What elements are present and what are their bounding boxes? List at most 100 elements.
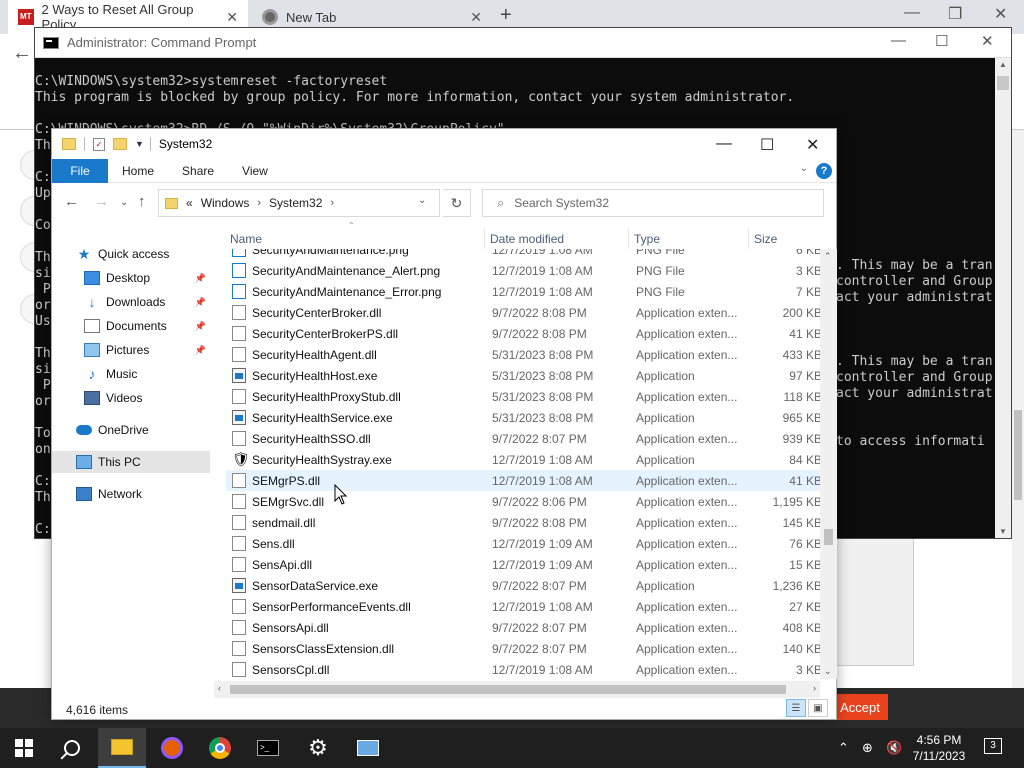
volume-muted-icon[interactable]: 🔇 <box>886 728 902 768</box>
scroll-left-icon[interactable]: ‹ <box>218 683 221 693</box>
taskbar-settings[interactable]: ⚙ <box>294 728 342 768</box>
browser-close-icon[interactable]: ✕ <box>994 4 1007 24</box>
tab-share[interactable]: Share <box>168 159 228 183</box>
help-icon[interactable]: ? <box>816 163 832 179</box>
cmd-title-bar[interactable]: Administrator: Command Prompt <box>35 28 1011 58</box>
sidebar-item-videos[interactable]: Videos <box>84 387 210 409</box>
start-button[interactable] <box>0 728 48 768</box>
file-row[interactable]: SecurityHealthSSO.dll 9/7/2022 8:07 PM App… <box>226 428 822 449</box>
tab-view[interactable]: View <box>228 159 282 183</box>
sidebar-item-downloads[interactable]: ↓ Downloads 📌 <box>84 291 210 313</box>
taskbar-file-explorer[interactable] <box>98 728 146 768</box>
cmd-scroll-thumb[interactable] <box>997 76 1009 90</box>
file-row[interactable]: SensorsApi.dll 9/7/2022 8:07 PM Applicatio… <box>226 617 822 638</box>
file-row[interactable]: Sens.dll 12/7/2019 1:09 AM Application ext… <box>226 533 822 554</box>
sidebar-item-onedrive[interactable]: OneDrive <box>76 419 210 441</box>
large-icons-view-icon[interactable]: ▣ <box>808 699 828 717</box>
chevron-right-icon[interactable]: › <box>257 197 261 209</box>
sidebar-item-music[interactable]: ♪ Music <box>84 363 210 385</box>
file-row[interactable]: SEMgrSvc.dll 9/7/2022 8:06 PM Application … <box>226 491 822 512</box>
new-folder-icon[interactable] <box>113 138 127 150</box>
tab-file[interactable]: File <box>52 158 108 183</box>
file-row[interactable]: SecurityAndMaintenance_Error.png 12/7/201… <box>226 281 822 302</box>
column-header-date[interactable]: Date modified <box>490 232 564 246</box>
up-arrow-icon[interactable]: ↑ <box>138 193 146 210</box>
sidebar-item-documents[interactable]: Documents 📌 <box>84 315 210 337</box>
file-row[interactable]: SecurityAndMaintenance.png 12/7/2019 1:08… <box>226 249 822 260</box>
back-arrow-icon[interactable]: ← <box>64 193 79 210</box>
properties-icon[interactable]: ✓ <box>93 137 105 151</box>
file-row[interactable]: SecurityCenterBroker.dll 9/7/2022 8:08 PM… <box>226 302 822 323</box>
cmd-scrollbar[interactable]: ▲ ▼ <box>995 58 1011 538</box>
column-header-type[interactable]: Type <box>634 232 660 246</box>
close-tab-icon[interactable]: ✕ <box>226 9 238 26</box>
sidebar-item-this-pc[interactable]: This PC <box>52 451 210 473</box>
file-row[interactable]: SecurityHealthService.exe 5/31/2023 8:08 … <box>226 407 822 428</box>
address-dropdown-icon[interactable]: ⌄ <box>418 195 426 206</box>
file-row[interactable]: SecurityHealthHost.exe 5/31/2023 8:08 PM A… <box>226 365 822 386</box>
file-row[interactable]: SensApi.dll 12/7/2019 1:09 AM Application … <box>226 554 822 575</box>
file-row[interactable]: SecurityHealthAgent.dll 5/31/2023 8:08 PM… <box>226 344 822 365</box>
cmd-minimize-icon[interactable]: — <box>891 32 906 49</box>
scroll-down-icon[interactable]: ▼ <box>999 527 1007 536</box>
vertical-scroll-thumb[interactable] <box>824 529 833 545</box>
taskbar-remote-app[interactable] <box>344 728 392 768</box>
cmd-close-icon[interactable]: ✕ <box>981 32 994 50</box>
expand-ribbon-icon[interactable]: ⌄ <box>800 163 808 174</box>
recent-locations-icon[interactable]: ⌄ <box>120 197 128 208</box>
taskbar-firefox[interactable] <box>148 728 196 768</box>
scroll-down-icon[interactable]: ⌄ <box>824 666 832 677</box>
file-row[interactable]: SEMgrPS.dll 12/7/2019 1:08 AM Application … <box>226 470 822 491</box>
taskbar-chrome[interactable] <box>196 728 244 768</box>
file-row[interactable]: SecurityHealthProxyStub.dll 5/31/2023 8:0… <box>226 386 822 407</box>
column-divider[interactable] <box>484 229 485 249</box>
file-row[interactable]: SensorDataService.exe 9/7/2022 8:07 PM App… <box>226 575 822 596</box>
file-row[interactable]: SensorsCpl.dll 12/7/2019 1:08 AM Applicati… <box>226 659 822 679</box>
column-divider[interactable] <box>748 229 749 249</box>
taskbar-search-button[interactable] <box>48 728 96 768</box>
scroll-right-icon[interactable]: › <box>813 683 816 693</box>
explorer-minimize-icon[interactable]: — <box>716 135 732 153</box>
browser-minimize-icon[interactable]: — <box>904 4 920 22</box>
sidebar-item-desktop[interactable]: Desktop 📌 <box>84 267 210 289</box>
column-header-name[interactable]: Name <box>230 232 262 246</box>
language-globe-icon[interactable]: ⊕ <box>862 728 873 768</box>
sidebar-item-network[interactable]: Network <box>76 483 210 505</box>
taskbar-command-prompt[interactable]: >_ <box>244 728 292 768</box>
file-row[interactable]: SensorPerformanceEvents.dll 12/7/2019 1:0… <box>226 596 822 617</box>
show-hidden-icons-icon[interactable]: ⌃ <box>838 728 849 768</box>
forward-arrow-icon[interactable]: → <box>94 193 109 210</box>
customize-toolbar-dropdown-icon[interactable]: ▼ <box>135 139 144 149</box>
page-scroll-thumb[interactable] <box>1014 410 1022 500</box>
breadcrumb-system32[interactable]: System32 <box>269 196 322 210</box>
browser-restore-icon[interactable]: ❐ <box>948 4 962 24</box>
page-scrollbar[interactable] <box>1012 130 1024 690</box>
notifications-icon[interactable]: 3 <box>984 738 1002 754</box>
scroll-up-icon[interactable]: ▲ <box>999 60 1007 69</box>
sidebar-item-quick-access[interactable]: ★ Quick access <box>76 243 234 265</box>
refresh-icon[interactable]: ↻ <box>443 189 471 217</box>
browser-back-icon[interactable]: ← <box>12 42 32 65</box>
details-view-icon[interactable]: ☰ <box>786 699 806 717</box>
chevron-right-icon[interactable]: › <box>330 197 334 209</box>
tab-home[interactable]: Home <box>108 159 168 183</box>
cmd-maximize-icon[interactable]: ☐ <box>935 32 948 50</box>
accept-cookies-button[interactable]: Accept <box>832 694 888 720</box>
scroll-up-icon[interactable]: ⌃ <box>824 251 832 262</box>
system-clock[interactable]: 4:56 PM 7/11/2023 <box>904 732 974 764</box>
file-list-horizontal-scrollbar[interactable]: ‹ › <box>214 681 820 698</box>
file-list-vertical-scrollbar[interactable]: ⌃ ⌄ <box>820 249 837 679</box>
file-row[interactable]: 🛡 SecurityHealthSystray.exe 12/7/2019 1:08… <box>226 449 822 470</box>
file-row[interactable]: SecurityAndMaintenance_Alert.png 12/7/201… <box>226 260 822 281</box>
explorer-maximize-icon[interactable]: ☐ <box>760 135 774 155</box>
column-divider[interactable] <box>628 229 629 249</box>
sidebar-item-pictures[interactable]: Pictures 📌 <box>84 339 210 361</box>
explorer-close-icon[interactable]: ✕ <box>806 135 819 155</box>
search-input[interactable]: ⌕ Search System32 <box>482 189 824 217</box>
file-row[interactable]: sendmail.dll 9/7/2022 8:08 PM Application … <box>226 512 822 533</box>
address-bar[interactable]: « Windows › System32 › <box>158 189 440 217</box>
column-header-size[interactable]: Size <box>754 232 777 246</box>
file-explorer-window[interactable]: ✓ ▼ System32 — ☐ ✕ File Home Share View … <box>51 128 837 720</box>
breadcrumb-windows[interactable]: Windows <box>201 196 250 210</box>
horizontal-scroll-thumb[interactable] <box>230 685 786 694</box>
